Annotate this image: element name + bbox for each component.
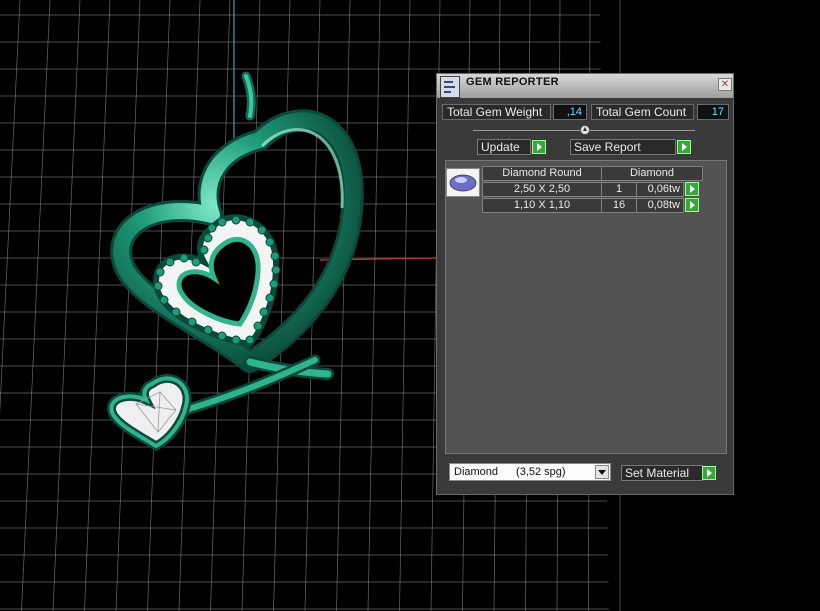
table-header-shape: Diamond Round bbox=[482, 166, 602, 181]
material-select[interactable]: Diamond (3,52 spg) bbox=[449, 463, 611, 481]
gem-reporter-icon bbox=[440, 76, 460, 98]
round-diamond-icon[interactable] bbox=[446, 168, 480, 197]
heart-pendant-model[interactable] bbox=[107, 71, 364, 452]
update-play-arrow-icon[interactable] bbox=[532, 140, 546, 154]
row-qty: 1 bbox=[601, 182, 637, 197]
total-gem-count-value: 17 bbox=[697, 104, 729, 120]
title-bar[interactable]: GEM REPORTER ✕ bbox=[437, 74, 733, 98]
material-name: Diamond bbox=[454, 466, 499, 478]
material-density: (3,52 spg) bbox=[516, 466, 566, 478]
table-header-material: Diamond bbox=[601, 166, 703, 181]
row-play-arrow-icon[interactable] bbox=[685, 198, 699, 212]
update-button-label[interactable]: Update bbox=[477, 139, 531, 155]
panel-title: GEM REPORTER bbox=[466, 76, 559, 88]
row-play-arrow-icon[interactable] bbox=[685, 182, 699, 196]
close-icon[interactable]: ✕ bbox=[718, 78, 732, 91]
total-gem-weight-value: ,14 bbox=[553, 104, 587, 120]
row-qty: 16 bbox=[601, 198, 637, 213]
save-report-button-label[interactable]: Save Report bbox=[570, 139, 676, 155]
row-size: 1,10 X 1,10 bbox=[482, 198, 602, 213]
set-material-button-label[interactable]: Set Material bbox=[621, 465, 703, 481]
row-weight: 0,08tw bbox=[636, 198, 684, 213]
total-gem-weight-label: Total Gem Weight bbox=[442, 104, 551, 120]
chevron-down-icon[interactable] bbox=[595, 465, 609, 479]
set-material-play-arrow-icon[interactable] bbox=[702, 466, 716, 480]
row-size: 2,50 X 2,50 bbox=[482, 182, 602, 197]
gem-reporter-panel: GEM REPORTER ✕ Total Gem Weight ,14 Tota… bbox=[436, 73, 734, 495]
row-weight: 0,06tw bbox=[636, 182, 684, 197]
chevron-up-icon[interactable]: ▲ bbox=[580, 125, 590, 135]
save-report-play-arrow-icon[interactable] bbox=[677, 140, 691, 154]
total-gem-count-label: Total Gem Count bbox=[591, 104, 694, 120]
